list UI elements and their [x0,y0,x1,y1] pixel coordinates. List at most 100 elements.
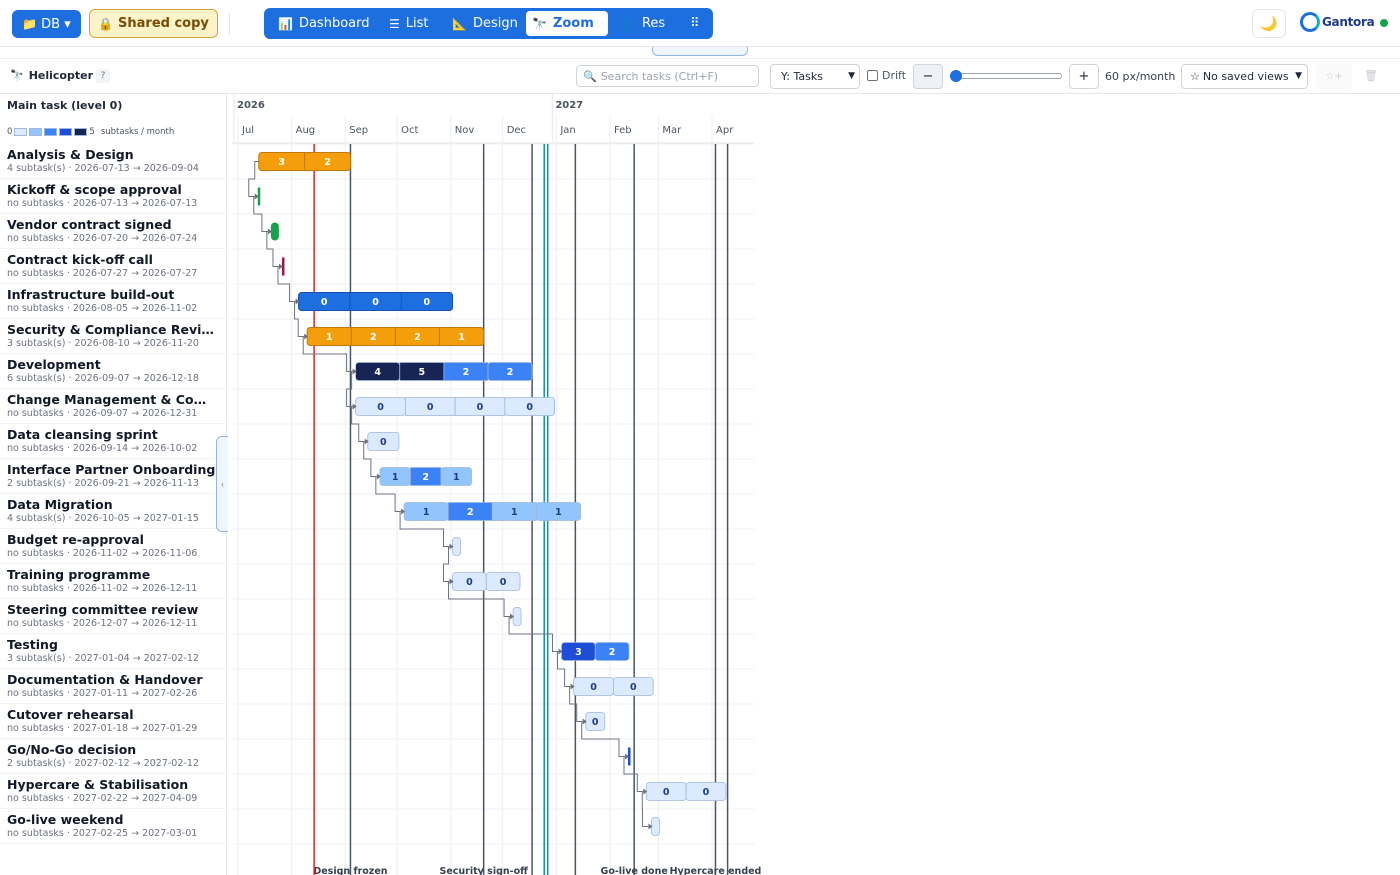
month-label: Nov [455,125,475,136]
task-name: Development [7,357,101,372]
task-bar [270,222,279,241]
tab-zoom[interactable]: 🔭 Zoom [526,11,608,36]
brand-mark-icon [1300,12,1320,32]
task-meta: no subtasks · 2026-09-07 → 2026-12-31 [7,408,198,419]
legend-swatch [59,128,73,136]
gantt-svg: 2026 2027 Jul Aug Sep Oct Nov Dec Jan Feb Mar Apr De… [232,94,762,875]
task-name: Go-live weekend [7,812,124,827]
segment-count-label: 2 [463,367,470,378]
task-row[interactable]: Interface Partner Onboarding 2 subtask(s)… [0,459,227,494]
task-row[interactable]: Security & Compliance Review 3 subtask(s)… [0,319,227,354]
task-name: Documentation & Handover [7,672,203,687]
task-name: Go/No-Go decision [7,742,137,757]
drift-checkbox[interactable] [867,70,878,81]
task-row[interactable]: Go/No-Go decision 2 subtask(s) · 2027-02-… [0,739,227,774]
folder-icon: 📁 [22,17,38,31]
task-row[interactable]: Steering committee review no subtasks · 2… [0,599,227,634]
month-label: Oct [401,125,418,136]
toolbar: 🔭 Helicopter ? 🔍 Search tasks (Ctrl+F) Y… [0,58,1400,94]
tab-dashboard[interactable]: 📊 Dashboard [272,11,372,36]
task-row[interactable]: Data Migration 4 subtask(s) · 2026-10-05 … [0,494,227,529]
panel-header: Main task (level 0) [7,99,123,112]
telescope-icon: 🔭 [532,16,547,31]
task-row[interactable]: Analysis & Design 4 subtask(s) · 2026-07-… [0,144,227,179]
task-row[interactable]: Development 6 subtask(s) · 2026-09-07 → 2… [0,354,227,389]
zoom-slider-thumb[interactable] [950,70,962,82]
saved-views-select[interactable]: ☆ No saved views ▼ [1181,64,1308,89]
task-row[interactable]: Infrastructure build-out no subtasks · 20… [0,284,227,319]
legend-max: 5 [89,127,95,137]
trash-icon[interactable]: 🗑 [1364,69,1378,82]
task-meta: 3 subtask(s) · 2026-08-10 → 2026-11-20 [7,338,199,349]
task-row[interactable]: Kickoff & scope approval no subtasks · 20… [0,179,227,214]
db-menu-button[interactable]: 📁 DB ▾ [12,10,81,38]
month-label: Dec [507,125,526,136]
y-axis-select[interactable]: Y: Tasks ▼ [770,64,860,89]
segment-count-label: 0 [630,682,637,693]
view-tabs: 📊 Dashboard ☰ List 📐 Design 🔭 Zoom 👤 Res ⠿ [264,8,713,39]
telescope-icon: 🔭 [10,69,24,82]
panel-collapse-handle[interactable]: ‹ [216,436,228,532]
tab-design[interactable]: 📐 Design [446,11,518,36]
db-menu-label: DB ▾ [41,16,71,32]
task-row[interactable]: Cutover rehearsal no subtasks · 2027-01-1… [0,704,227,739]
zoom-slider-track [952,73,1062,79]
task-meta: no subtasks · 2027-02-25 → 2027-03-01 [7,828,198,839]
search-icon: 🔍 [583,69,597,83]
zoom-level-readout: 60 px/month [1105,70,1176,83]
zoom-slider[interactable] [950,70,1063,82]
task-meta: no subtasks · 2026-08-05 → 2026-11-02 [7,303,198,314]
save-view-button[interactable]: ☆+ [1316,64,1352,89]
zoom-in-button[interactable]: + [1069,64,1099,89]
segment-count-label: 3 [278,157,285,168]
task-row[interactable]: Change Management & Communicationno subt… [0,389,227,424]
theme-toggle-button[interactable]: 🌙 [1252,9,1286,38]
zoom-out-button[interactable]: − [913,64,943,89]
tab-res[interactable]: 👤 Res [615,11,665,36]
shared-copy-button[interactable]: 🔒 Shared copy [89,9,218,38]
task-name: Security & Compliance Review [7,322,219,337]
header-collapse-tab[interactable] [652,47,748,56]
task-row[interactable]: Data cleansing sprint no subtasks · 2026-… [0,424,227,459]
segment-count-label: 0 [377,402,384,413]
task-meta: no subtasks · 2027-02-22 → 2027-04-09 [7,793,198,804]
task-row[interactable]: Hypercare & Stabilisation no subtasks · 2… [0,774,227,809]
segment-count-label: 0 [427,402,434,413]
tab-label: List [405,16,429,31]
task-row[interactable]: Contract kick-off call no subtasks · 2026… [0,249,227,284]
task-row[interactable]: Go-live weekend no subtasks · 2027-02-25 … [0,809,227,844]
task-meta: no subtasks · 2026-07-13 → 2026-07-13 [7,198,198,209]
task-row[interactable]: Vendor contract signed no subtasks · 2026… [0,214,227,249]
segment-count-label: 2 [414,332,421,343]
apps-grid-icon[interactable]: ⠿ [684,11,706,36]
task-row[interactable]: Testing 3 subtask(s) · 2027-01-04 → 2027-… [0,634,227,669]
task-row[interactable]: Budget re-approval no subtasks · 2026-11-… [0,529,227,564]
segment-count-label: 1 [326,332,333,343]
help-button[interactable]: ? [96,69,110,83]
tab-list[interactable]: ☰ List [383,11,435,36]
connection-status-dot [1380,19,1388,27]
segment-count-label: 0 [380,437,387,448]
month-label: Jul [241,125,254,136]
task-name: Kickoff & scope approval [7,182,182,197]
milestone-marker-label: Design frozen [313,866,387,875]
star-icon: ☆ [1190,70,1200,83]
drift-toggle[interactable]: Drift [867,69,906,82]
task-name: Interface Partner Onboarding [7,462,216,477]
segment-count-label: 2 [609,647,616,658]
gantt-chart: 2026 2027 Jul Aug Sep Oct Nov Dec Jan Feb Mar Apr De… [232,94,1400,875]
segment-count-label: 1 [458,332,465,343]
search-input[interactable]: 🔍 Search tasks (Ctrl+F) [576,65,759,87]
tab-label: Zoom [552,16,594,31]
milestone-marker-label: Hypercare ended [670,866,762,875]
legend-swatch [29,128,43,136]
saved-views-value: No saved views [1202,70,1289,83]
segment-count-label: 0 [526,402,533,413]
task-meta: 4 subtask(s) · 2026-07-13 → 2026-09-04 [7,163,199,174]
task-name: Change Management & Communication [7,392,219,407]
task-row[interactable]: Documentation & Handover no subtasks · 20… [0,669,227,704]
task-meta: no subtasks · 2026-07-20 → 2026-07-24 [7,233,198,244]
segment-count-label: 0 [500,577,507,588]
task-row[interactable]: Training programme no subtasks · 2026-11-… [0,564,227,599]
task-name: Data Migration [7,497,113,512]
